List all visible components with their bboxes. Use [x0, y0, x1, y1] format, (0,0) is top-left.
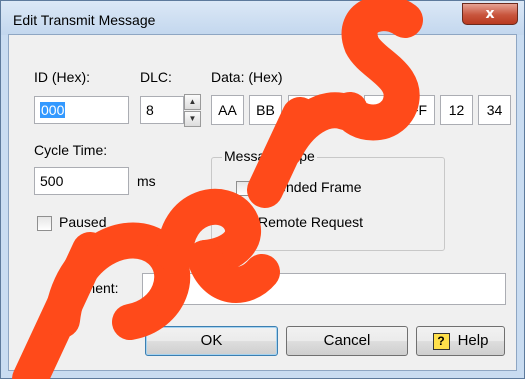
help-icon: ?: [432, 332, 450, 350]
dlc-input[interactable]: 8: [140, 96, 184, 124]
data-label: Data: (Hex): [211, 69, 283, 85]
remote-request-label[interactable]: Remote Request: [258, 214, 363, 230]
close-icon: x: [485, 6, 495, 22]
data-byte-4[interactable]: EE: [364, 95, 397, 125]
dialog-title: Edit Transmit Message: [13, 12, 156, 28]
extended-frame-checkbox[interactable]: [236, 181, 251, 196]
id-value: 000: [40, 102, 66, 118]
paused-label[interactable]: Paused: [59, 214, 106, 230]
title-bar[interactable]: Edit Transmit Message x: [1, 1, 524, 35]
cycle-time-label: Cycle Time:: [34, 142, 108, 158]
ok-button[interactable]: OK: [145, 326, 278, 356]
message-type-group: [211, 157, 445, 251]
cancel-button[interactable]: Cancel: [286, 326, 408, 356]
dlc-label: DLC:: [140, 69, 172, 85]
dlc-value: 8: [146, 102, 154, 118]
cycle-time-input[interactable]: 500: [34, 167, 129, 195]
remote-request-checkbox[interactable]: [236, 216, 251, 231]
cycle-time-value: 500: [40, 173, 64, 189]
help-button-label: Help: [457, 332, 489, 349]
data-byte-7[interactable]: 34: [478, 95, 511, 125]
data-byte-1[interactable]: BB: [249, 95, 282, 125]
paused-checkbox[interactable]: [37, 216, 52, 231]
data-byte-0[interactable]: AA: [211, 95, 244, 125]
close-button[interactable]: x: [462, 3, 518, 25]
extended-frame-label[interactable]: Extended Frame: [258, 179, 362, 195]
cancel-button-label: Cancel: [323, 332, 371, 349]
id-input[interactable]: 000: [34, 96, 129, 124]
dlc-stepper[interactable]: ▲ ▼: [184, 94, 201, 128]
comment-label: Comment:: [54, 280, 119, 296]
help-button[interactable]: ? Help: [416, 326, 505, 356]
data-byte-3[interactable]: DD: [326, 95, 359, 125]
cycle-unit-label: ms: [137, 173, 156, 189]
data-byte-5[interactable]: FF: [402, 95, 435, 125]
ok-button-label: OK: [200, 332, 223, 349]
id-label: ID (Hex):: [34, 69, 90, 85]
data-byte-6[interactable]: 12: [440, 95, 473, 125]
message-type-title: Message Type: [222, 148, 317, 164]
spin-up-icon[interactable]: ▲: [184, 94, 201, 110]
comment-input[interactable]: [142, 273, 506, 305]
data-byte-2[interactable]: CC: [288, 95, 321, 125]
spin-down-icon[interactable]: ▼: [184, 111, 201, 127]
